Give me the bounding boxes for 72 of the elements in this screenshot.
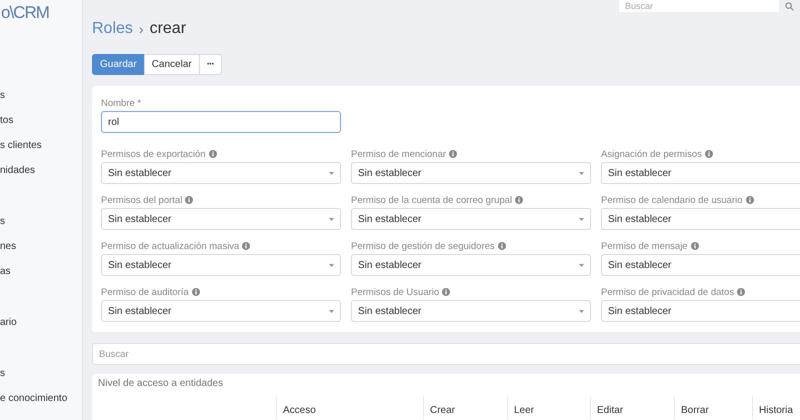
info-icon (690, 242, 699, 250)
field-label: Permiso de mencionar (351, 148, 446, 160)
info-icon (746, 196, 754, 204)
sidebar-item[interactable]: nidades (0, 158, 36, 183)
section-title: Nivel de acceso a entidades (98, 378, 224, 389)
field-label: Permiso de calendario de usuario (601, 194, 743, 206)
column-header: Acceso (283, 405, 316, 416)
select-field[interactable]: Sin establecer (601, 254, 800, 276)
sidebar-item[interactable]: s clientes (0, 133, 42, 158)
caret-icon (329, 310, 334, 312)
search-icon[interactable] (785, 2, 794, 10)
caret-icon (329, 218, 334, 220)
page-title: crear (150, 20, 186, 38)
info-icon (498, 242, 506, 250)
column-header: Leer (514, 405, 534, 416)
sidebar-item[interactable]: tos (0, 108, 14, 133)
field-label: Permiso de actualización masiva (101, 240, 240, 252)
caret-icon (329, 264, 334, 266)
column-header: Editar (597, 405, 624, 416)
select-field[interactable]: Sin establecer (101, 208, 341, 230)
info-icon (192, 288, 200, 296)
select-field[interactable]: Sin establecer (351, 162, 591, 184)
field-label: Permiso de privacidad de datos (601, 286, 734, 298)
breadcrumb-separator: › (138, 21, 144, 37)
select-field[interactable]: Sin establecer (101, 300, 341, 322)
select-field[interactable]: Sin establecer (351, 300, 591, 322)
caret-icon (579, 172, 584, 174)
select-field[interactable]: Sin establecer (601, 208, 800, 230)
select-field[interactable]: Sin establecer (101, 254, 341, 276)
select-field[interactable]: Sin establecer (601, 300, 800, 322)
column-header: Historia (759, 405, 793, 416)
info-icon (442, 288, 450, 296)
more-button[interactable]: ··· (198, 54, 222, 75)
logo: o\CRM (1, 2, 49, 24)
field-label: Asignación de permisos (601, 148, 702, 160)
select-field[interactable]: Sin establecer (601, 162, 800, 184)
select-field[interactable]: Sin establecer (351, 254, 591, 276)
search-field[interactable]: Buscar (92, 343, 800, 365)
field-label: Permisos del portal (101, 194, 182, 206)
column-header: Borrar (681, 405, 709, 416)
sidebar-item[interactable]: s (0, 361, 5, 386)
sidebar-item[interactable]: s (0, 83, 5, 108)
field-label: Permiso de auditoría (101, 286, 189, 298)
field-label: Permiso de mensaje (601, 240, 688, 252)
select-field[interactable]: Sin establecer (101, 162, 341, 184)
caret-icon (579, 264, 584, 266)
sidebar-item[interactable]: s (0, 209, 5, 234)
info-icon (704, 150, 713, 158)
info-icon (449, 150, 458, 158)
field-label: Permiso de gestión de seguidores (351, 240, 495, 252)
sidebar-item[interactable]: nes (0, 234, 16, 259)
sidebar-item[interactable]: e conocimiento (0, 386, 68, 411)
select-field[interactable]: Sin establecer (351, 208, 591, 230)
sidebar-item[interactable]: ario (0, 310, 17, 335)
field-label: Permiso de la cuenta de correo grupal (351, 194, 512, 206)
field-label: Permisos de exportación (101, 148, 206, 160)
sidebar-item[interactable]: as (0, 259, 11, 284)
cancel-button[interactable]: Cancelar (144, 54, 200, 75)
save-button[interactable]: Guardar (92, 54, 145, 75)
caret-icon (579, 218, 584, 220)
info-icon (208, 150, 217, 158)
caret-icon (329, 172, 334, 174)
info-icon (737, 288, 746, 296)
info-icon (185, 196, 194, 204)
search-field[interactable]: Buscar (619, 0, 779, 12)
field-label: Permisos de Usuario (351, 286, 440, 298)
caret-icon (579, 310, 584, 312)
column-header: Crear (430, 405, 456, 416)
name-field[interactable]: rol (101, 111, 341, 133)
field-label: Nombre * (101, 96, 142, 110)
info-icon (242, 242, 250, 250)
info-icon (515, 196, 524, 204)
